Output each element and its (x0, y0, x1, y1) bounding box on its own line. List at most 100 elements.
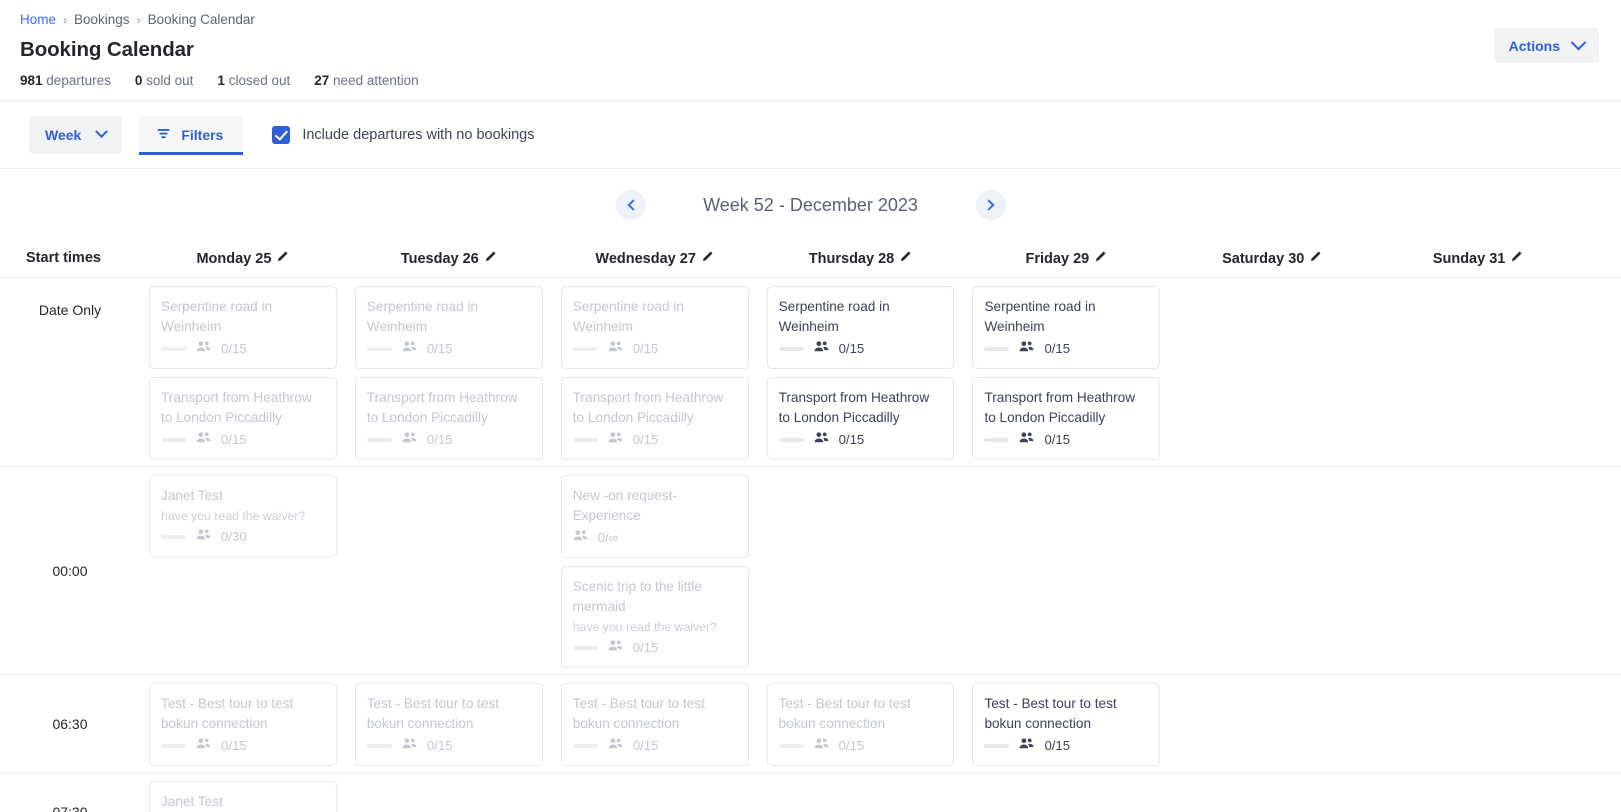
departure-card[interactable]: Transport from Heathrow to London Piccad… (972, 377, 1160, 460)
week-title: Week 52 - December 2023 (646, 195, 976, 216)
day-header-tuesday[interactable]: Tuesday 26 (346, 241, 552, 267)
departure-title: Transport from Heathrow to London Piccad… (779, 388, 943, 428)
stat-need-attention-label: need attention (333, 73, 419, 88)
stat-closed-out-value: 1 (217, 73, 225, 88)
departure-card[interactable]: Scenic trip to the little mermaidhave yo… (561, 566, 749, 668)
departure-card[interactable]: Transport from Heathrow to London Piccad… (561, 377, 749, 460)
day-header-label: Thursday 28 (809, 251, 894, 267)
departure-title: Janet Test (161, 792, 325, 812)
availability-bar (161, 744, 186, 748)
departure-subtitle: have you read the waiver? (573, 618, 737, 636)
pencil-icon[interactable] (1309, 250, 1322, 267)
departure-card[interactable]: Serpentine road in Weinheim0/15 (561, 286, 749, 369)
day-header-label: Wednesday 27 (595, 251, 695, 267)
departure-meta: 0/15 (573, 340, 737, 358)
actions-button-label: Actions (1509, 38, 1560, 54)
departure-card[interactable]: Test - Best tour to test bokun connectio… (972, 683, 1160, 766)
day-header-sunday[interactable]: Sunday 31 (1375, 241, 1581, 267)
departure-card[interactable]: Test - Best tour to test bokun connectio… (149, 683, 337, 766)
departure-card[interactable]: Test - Best tour to test bokun connectio… (767, 683, 955, 766)
departure-title: Serpentine road in Weinheim (161, 297, 325, 337)
people-icon (196, 528, 211, 546)
people-icon (196, 431, 211, 449)
pencil-icon[interactable] (899, 250, 912, 267)
time-slot-label: Date Only (0, 278, 140, 466)
calendar-time-row: 00:00Janet Testhave you read the waiver?… (0, 466, 1621, 674)
checkbox-checked-icon[interactable] (272, 126, 290, 144)
actions-button[interactable]: Actions (1494, 28, 1599, 63)
day-header-friday[interactable]: Friday 29 (963, 241, 1169, 267)
breadcrumb-bookings[interactable]: Bookings (74, 11, 130, 29)
breadcrumb: Home › Bookings › Booking Calendar (20, 11, 1601, 29)
departure-card[interactable]: Serpentine road in Weinheim0/15 (149, 286, 337, 369)
people-icon (196, 737, 211, 755)
departure-card[interactable]: Test - Best tour to test bokun connectio… (355, 683, 543, 766)
chevron-down-icon (95, 125, 108, 138)
departure-card[interactable]: Serpentine road in Weinheim0/15 (355, 286, 543, 369)
prev-week-button[interactable] (616, 190, 646, 220)
include-no-bookings-toggle[interactable]: Include departures with no bookings (272, 126, 534, 144)
departure-capacity: 0/30 (221, 528, 247, 546)
departure-title: Serpentine road in Weinheim (984, 297, 1148, 337)
pencil-icon[interactable] (484, 250, 497, 267)
day-header-thursday[interactable]: Thursday 28 (758, 241, 964, 267)
chevron-down-icon (1571, 35, 1587, 51)
calendar-day-cell: Janet Testhave you read the waiver?0/30 (140, 467, 346, 674)
filters-button[interactable]: Filters (139, 116, 243, 154)
availability-bar (573, 646, 598, 650)
next-week-button[interactable] (976, 190, 1006, 220)
pencil-icon[interactable] (701, 250, 714, 267)
departure-title: New -on request- Experience (573, 486, 737, 526)
calendar-day-cell (1169, 675, 1375, 772)
departure-meta: 0/15 (367, 340, 531, 358)
calendar-day-cell: Test - Best tour to test bokun connectio… (552, 675, 758, 772)
people-icon (814, 737, 829, 755)
availability-bar (573, 438, 598, 442)
calendar-day-cell: Serpentine road in Weinheim0/15Transport… (140, 278, 346, 466)
departure-meta: 0/15 (161, 737, 325, 755)
departure-card[interactable]: Test - Best tour to test bokun connectio… (561, 683, 749, 766)
chevron-right-icon (983, 199, 994, 210)
departure-subtitle: have you read the waiver? (161, 507, 325, 525)
people-icon (608, 340, 623, 358)
people-icon (608, 431, 623, 449)
pencil-icon[interactable] (1094, 250, 1107, 267)
people-icon (1019, 431, 1034, 449)
departure-card[interactable]: Janet Test0/30 (149, 781, 337, 812)
availability-bar (573, 347, 598, 351)
departure-card[interactable]: Transport from Heathrow to London Piccad… (355, 377, 543, 460)
calendar-day-cell (552, 773, 758, 812)
chevron-left-icon (627, 199, 638, 210)
departure-meta: 0/15 (984, 340, 1148, 358)
departure-meta: 0/15 (367, 737, 531, 755)
day-header-wednesday[interactable]: Wednesday 27 (552, 241, 758, 267)
departure-card[interactable]: New -on request- Experience 0/∞ (561, 475, 749, 558)
week-navigation: Week 52 - December 2023 (0, 169, 1621, 241)
departure-card[interactable]: Janet Testhave you read the waiver?0/30 (149, 475, 337, 557)
departure-card[interactable]: Serpentine road in Weinheim0/15 (767, 286, 955, 369)
departure-title: Transport from Heathrow to London Piccad… (367, 388, 531, 428)
departure-card[interactable]: Transport from Heathrow to London Piccad… (149, 377, 337, 460)
day-header-saturday[interactable]: Saturday 30 (1169, 241, 1375, 267)
day-header-label: Monday 25 (196, 251, 271, 267)
day-header-monday[interactable]: Monday 25 (140, 241, 346, 267)
departure-card[interactable]: Serpentine road in Weinheim 0/15 (972, 286, 1160, 369)
time-slot-label: 07:30 (0, 773, 140, 812)
departure-meta: 0/∞ (573, 529, 737, 547)
calendar-day-cell (1169, 467, 1375, 674)
pencil-icon[interactable] (1510, 250, 1523, 267)
departure-capacity: 0/15 (1044, 431, 1070, 449)
include-no-bookings-label: Include departures with no bookings (302, 127, 534, 143)
people-icon (1019, 340, 1034, 358)
breadcrumb-separator-icon: › (63, 11, 67, 29)
departure-card[interactable]: Transport from Heathrow to London Piccad… (767, 377, 955, 460)
departure-capacity: 0/15 (633, 340, 659, 358)
departure-capacity: 0/15 (1044, 737, 1070, 755)
pencil-icon[interactable] (276, 250, 289, 267)
calendar-day-cell: Serpentine road in Weinheim0/15 Transport… (346, 278, 552, 466)
departure-title: Serpentine road in Weinheim (779, 297, 943, 337)
departure-capacity: 0/15 (633, 639, 659, 657)
stat-sold-out-label: sold out (146, 73, 193, 88)
view-period-select[interactable]: Week (29, 116, 122, 154)
breadcrumb-home[interactable]: Home (20, 11, 56, 29)
